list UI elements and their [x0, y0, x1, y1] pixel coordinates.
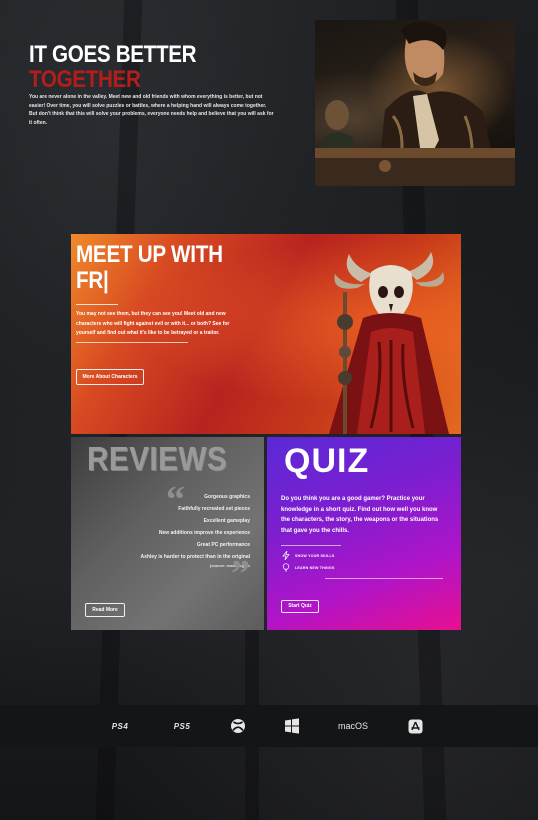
read-more-button[interactable]: Read More	[85, 603, 125, 617]
divider	[76, 342, 188, 343]
reviews-card: REVIEWS “ Gorgeous graphics Faithfully r…	[71, 437, 264, 630]
review-item: Great PC performance	[196, 542, 250, 548]
ps4-label: PS4	[111, 721, 129, 731]
hero-title-line2: TOGETHER	[29, 66, 141, 93]
app-store-icon[interactable]	[406, 717, 424, 735]
review-item: Excellent gameplay	[203, 518, 250, 524]
hero-title-line1: IT GOES BETTER	[29, 41, 197, 68]
divider	[325, 578, 443, 579]
reviews-title: REVIEWS	[87, 440, 228, 477]
macos-logo[interactable]: macOS	[332, 717, 374, 735]
meet-up-card: MEET UP WITH FR| You may not see them, b…	[71, 234, 461, 434]
xbox-icon[interactable]	[229, 717, 247, 735]
start-quiz-button[interactable]: Start Quiz	[281, 600, 319, 613]
quiz-title: QUIZ	[284, 442, 370, 480]
hero-title: IT GOES BETTER TOGETHER	[29, 41, 197, 93]
ps5-logo[interactable]: PS5	[166, 717, 198, 735]
platform-bar: PS4 PS5 macOS	[0, 705, 538, 747]
review-item: Gorgeous graphics	[204, 494, 250, 500]
lightbulb-icon	[281, 563, 290, 572]
quiz-feature-label: LEARN NEW THINGS	[295, 565, 335, 570]
divider	[76, 304, 118, 305]
ps5-label: PS5	[173, 721, 191, 731]
monster-artwork	[329, 252, 449, 434]
review-item: New additions improve the experience	[158, 530, 250, 536]
ps4-logo[interactable]: PS4	[104, 717, 136, 735]
divider	[281, 545, 341, 546]
characters-artwork	[315, 22, 515, 186]
quiz-feature-item: LEARN NEW THINGS	[281, 563, 335, 572]
quiz-feature-item: SHOW YOUR SKILLS	[281, 551, 334, 560]
hero-character-image	[315, 20, 515, 186]
meet-title-line2: FR|	[76, 267, 109, 294]
windows-icon[interactable]	[283, 717, 301, 735]
quiz-feature-label: SHOW YOUR SKILLS	[295, 553, 335, 558]
review-item: Faithfully recreated set pieces	[178, 506, 250, 512]
quiz-card: QUIZ Do you think you are a good gamer? …	[267, 437, 461, 630]
lightning-icon	[281, 551, 290, 560]
meet-title-line1: MEET UP WITH	[76, 241, 223, 268]
meet-description: You may not see them, but they can see y…	[76, 311, 230, 337]
meet-title: MEET UP WITH FR|	[76, 242, 223, 294]
close-quote-icon: ”	[231, 553, 250, 595]
macos-label: macOS	[337, 721, 368, 731]
hero-description: You are never alone in the valley. Meet …	[29, 94, 274, 126]
more-about-characters-button[interactable]: More About Characters	[76, 369, 144, 385]
quiz-description: Do you think you are a good gamer? Pract…	[281, 496, 439, 534]
